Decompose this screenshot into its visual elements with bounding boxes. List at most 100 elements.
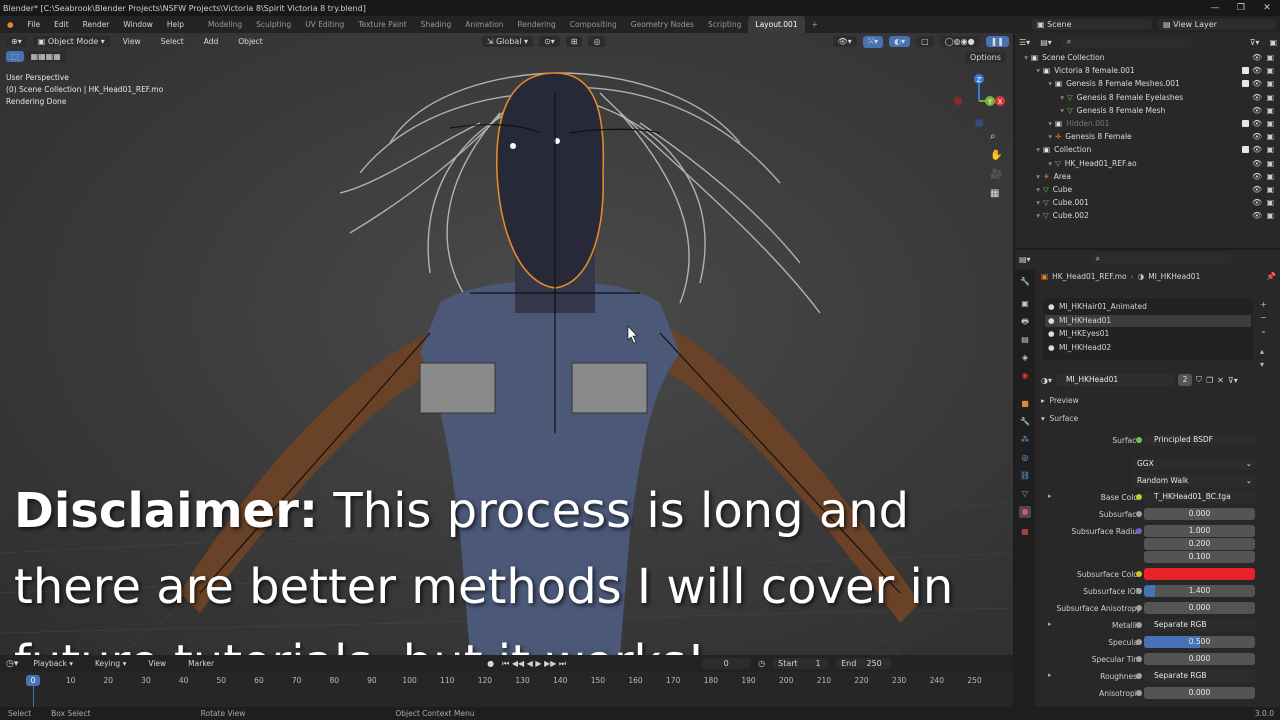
tab-compositing[interactable]: Compositing [563,16,624,33]
select-tool-icon[interactable]: ⬚ [6,51,24,62]
modifier-tab-icon[interactable]: 🔧 [1019,416,1031,428]
outliner-row[interactable]: ▾ ▣ Hidden.001 👁 ▣ [1015,117,1280,130]
menu-window[interactable]: Window [116,20,160,29]
input-socket-icon[interactable] [1136,528,1142,534]
numeric-input-field[interactable]: 0.200 [1144,538,1255,550]
world-tab-icon[interactable]: ◉ [1019,370,1031,382]
material-slot-item[interactable]: ● MI_HKEyes01 [1045,328,1251,340]
input-socket-icon[interactable] [1136,639,1142,645]
slot-menu-icon[interactable]: ⌄ [1260,326,1267,335]
record-icon[interactable]: ● [487,659,494,668]
zoom-icon[interactable]: ⌕ [990,131,1002,142]
outliner-editor-icon[interactable]: ☰▾ [1019,38,1030,47]
render-camera-icon[interactable]: ▣ [1266,183,1274,196]
move-down-icon[interactable]: ▾ [1260,360,1267,369]
snap-icon[interactable]: ⊞ [565,36,583,47]
texture-tab-icon[interactable]: ▦ [1019,526,1031,538]
outliner-row[interactable]: ▾ ▽ HK_Head01_REF.ao 👁 ▣ [1015,157,1280,170]
properties-editor[interactable]: ▤▾ ⌕ 🔧 ▣ 🖶 ▤ ◈ ◉ ■ 🔧 ⁂ ◎ ⛓ ▽ ● ▦ ▣ HK_He… [1015,250,1280,707]
start-frame-field[interactable]: Start 1 [773,658,829,669]
outliner[interactable]: ☰▾ ▤▾ ⌕ ⊽▾ ▣ ▾ ▣ Scene Collection 👁 ▣ ▾ ▣ Victo… [1015,33,1280,248]
visibility-eye-icon[interactable]: 👁 [1252,170,1262,183]
render-camera-icon[interactable]: ▣ [1266,196,1274,209]
view-layer-tab-icon[interactable]: ▤ [1019,334,1031,346]
visibility-eye-icon[interactable]: 👁 [1252,104,1262,117]
numeric-input-field[interactable]: 1.000 [1144,525,1255,537]
exclude-checkbox[interactable] [1242,80,1249,88]
linked-input-field[interactable]: T_HKHead01_BC.tga [1144,491,1255,503]
input-socket-icon[interactable] [1136,622,1142,628]
outliner-row[interactable]: ▾ ▽ Genesis 8 Female Mesh 👁 ▣ [1015,104,1280,117]
tab-modeling[interactable]: Modeling [201,16,249,33]
options-button[interactable]: Options [965,52,1006,63]
timeline[interactable]: ◷▾ Playback ▾ Keying ▾ View Marker ● ⏮ ◀… [0,655,1013,707]
new-collection-icon[interactable]: ▣ [1269,38,1277,47]
expand-input-icon[interactable]: ▸ [1048,620,1052,628]
input-socket-icon[interactable] [1136,690,1142,696]
material-filter-icon[interactable]: ⊽▾ [1228,376,1238,385]
data-tab-icon[interactable]: ▽ [1019,488,1031,500]
output-tab-icon[interactable]: 🖶 [1019,316,1031,328]
properties-editor-icon[interactable]: ▤▾ [1019,255,1031,264]
material-slot-list[interactable]: ● MI_HKHair01_Animated ● MI_HKHead01 ● MI_HKE… [1043,298,1253,360]
numeric-input-field[interactable]: 0.000 [1144,687,1255,699]
numeric-input-field[interactable]: 1.400 [1144,585,1255,597]
render-tab-icon[interactable]: ▣ [1019,298,1031,310]
input-socket-icon[interactable] [1136,605,1142,611]
orientation-dropdown[interactable]: ⇲ Global ▾ [481,36,534,47]
input-socket-icon[interactable] [1136,511,1142,517]
tab-scripting[interactable]: Scripting [701,16,748,33]
navigation-gizmo[interactable]: X Z Y [950,71,1010,131]
timeline-editor-icon[interactable]: ◷▾ [6,659,18,669]
render-camera-icon[interactable]: ▣ [1266,209,1274,222]
viewport-menu-view[interactable]: View [116,37,148,46]
exclude-checkbox[interactable] [1242,67,1249,75]
render-camera-icon[interactable]: ▣ [1266,64,1274,77]
gizmo-toggle-icon[interactable]: ⤧▾ [862,35,884,48]
particles-tab-icon[interactable]: ⁂ [1019,434,1031,446]
distribution-dropdown[interactable]: GGX ⌄ [1133,458,1255,470]
pin-icon[interactable]: 📌 [1266,272,1276,281]
display-mode-icon[interactable]: ▤▾ [1040,38,1052,47]
render-camera-icon[interactable]: ▣ [1266,117,1274,130]
subsurface-color-swatch[interactable] [1144,568,1255,580]
current-frame-field[interactable]: 0 [702,658,751,669]
camera-view-icon[interactable]: 🎥 [990,169,1002,180]
preview-panel-header[interactable]: ▸ Preview [1041,396,1079,408]
viewport-menu-object[interactable]: Object [231,37,269,46]
outliner-row[interactable]: ▾ ▣ Scene Collection 👁 ▣ [1015,51,1280,64]
3d-viewport[interactable]: ⊕▾ ▣ Object Mode ▾ View Select Add Objec… [0,33,1013,655]
pivot-icon[interactable]: ⊙▾ [539,36,560,47]
maximize-icon[interactable]: ❐ [1228,0,1254,16]
render-camera-icon[interactable]: ▣ [1266,157,1274,170]
render-camera-icon[interactable]: ▣ [1266,104,1274,117]
shading-modes[interactable]: ◯◍◉● [939,36,980,47]
visibility-eye-icon[interactable]: 👁 [1252,91,1262,104]
numeric-input-field[interactable]: 0.500 [1144,636,1255,648]
numeric-input-field[interactable]: 0.000 [1144,602,1255,614]
remove-slot-icon[interactable]: − [1260,313,1267,322]
menu-help[interactable]: Help [160,20,191,29]
material-slot-item[interactable]: ● MI_HKHair01_Animated [1045,301,1251,313]
timeline-menu-marker[interactable]: Marker [181,659,221,668]
outliner-row[interactable]: ▾ ▣ Victoria 8 female.001 👁 ▣ [1015,64,1280,77]
playhead[interactable]: 0 [26,675,40,686]
timeline-menu-playback[interactable]: Playback ▾ [26,659,80,668]
numeric-input-field[interactable]: 0.000 [1144,653,1255,665]
outliner-row[interactable]: ▾ ▣ Collection 👁 ▣ [1015,143,1280,156]
minimize-icon[interactable]: — [1202,0,1228,16]
properties-search-input[interactable]: ⌕ [1090,253,1231,265]
input-socket-icon[interactable] [1136,571,1142,577]
tab-uv-editing[interactable]: UV Editing [298,16,351,33]
pan-hand-icon[interactable]: ✋ [990,150,1002,161]
object-mode-dropdown[interactable]: ▣ Object Mode ▾ [32,36,110,47]
timeline-frames[interactable]: 0 10 20 30 40 50 60 70 80 90 100 110 120 130 140 150 16… [0,672,1013,707]
outliner-row[interactable]: ▾ ▽ Cube.002 👁 ▣ [1015,209,1280,222]
input-socket-icon[interactable] [1136,656,1142,662]
outliner-row[interactable]: ▾ ✛ Genesis 8 Female 👁 ▣ [1015,130,1280,143]
menu-render[interactable]: Render [76,20,117,29]
menu-edit[interactable]: Edit [47,20,76,29]
visibility-icon[interactable]: 👁▾ [832,36,857,47]
visibility-eye-icon[interactable]: 👁 [1252,183,1262,196]
xray-icon[interactable]: ▢ [916,36,934,47]
